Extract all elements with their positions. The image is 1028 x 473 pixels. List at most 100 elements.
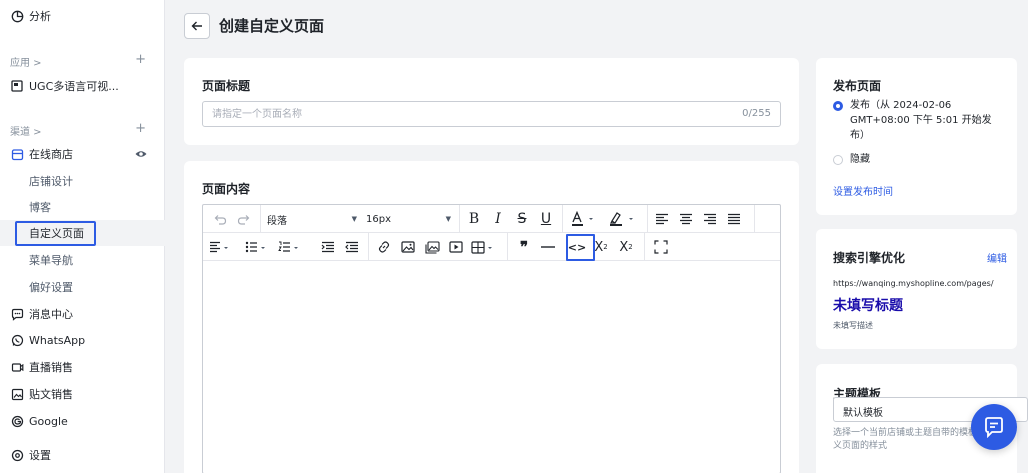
toolbar-divider <box>507 233 508 260</box>
card-title: 发布页面 <box>833 79 882 93</box>
horizontal-rule-icon[interactable] <box>540 237 556 257</box>
strikethrough-icon[interactable]: S <box>514 209 530 229</box>
align-center-icon[interactable] <box>678 209 694 229</box>
italic-icon[interactable]: I <box>490 209 506 229</box>
sidebar-item-preferences[interactable]: 偏好设置 <box>0 274 165 300</box>
undo-icon <box>214 214 226 225</box>
sidebar-item-label: 菜单导航 <box>29 254 73 267</box>
toolbar-divider <box>644 233 645 260</box>
sidebar-item-label: 偏好设置 <box>29 281 73 294</box>
font-color-button[interactable] <box>569 209 599 229</box>
link-icon[interactable] <box>376 237 392 257</box>
outdent-icon[interactable] <box>344 237 360 257</box>
add-app-button[interactable]: + <box>135 53 146 66</box>
numbered-list-button[interactable] <box>278 237 302 257</box>
eye-icon[interactable] <box>135 148 147 160</box>
arrow-left-icon <box>191 21 202 31</box>
caret-down-icon: ▼ <box>351 215 357 223</box>
publish-option-label: 发布（从 2024-02-06 GMT+08:00 下午 5:01 开始发 布） <box>850 98 992 143</box>
hide-radio[interactable] <box>833 155 843 165</box>
line-height-button[interactable] <box>209 237 233 257</box>
indent-icon[interactable] <box>320 237 336 257</box>
channels-section-label[interactable]: 渠道 > <box>10 123 42 138</box>
paragraph-select[interactable]: 段落 ▼ <box>267 209 357 229</box>
paragraph-select-label: 段落 <box>267 215 287 227</box>
font-size-select[interactable]: 16px ▼ <box>366 209 451 229</box>
publish-option-line: GMT+08:00 下午 5:01 开始发 <box>850 115 992 126</box>
add-channel-button[interactable]: + <box>135 122 146 135</box>
sidebar-item-store-design[interactable]: 店铺设计 <box>0 168 165 194</box>
video-icon[interactable] <box>448 237 464 257</box>
redo-button[interactable] <box>234 209 252 229</box>
sidebar-item-live-sales[interactable]: 直播销售 <box>0 354 165 380</box>
code-view-highlight <box>566 234 595 261</box>
align-right-icon[interactable] <box>702 209 718 229</box>
undo-button[interactable] <box>211 209 229 229</box>
selection-highlight <box>15 221 96 246</box>
set-publish-time-link[interactable]: 设置发布时间 <box>833 183 893 198</box>
font-size-select-label: 16px <box>366 213 391 225</box>
sidebar-item-ugc[interactable]: UGC多语言可视... <box>0 73 165 99</box>
sidebar-item-menu-nav[interactable]: 菜单导航 <box>0 247 165 273</box>
seo-url: https://wanqing.myshopline.com/pages/ <box>833 279 994 288</box>
publish-radio[interactable] <box>833 101 843 111</box>
table-button[interactable] <box>471 237 497 257</box>
toolbar-divider <box>260 205 261 232</box>
publish-option-line: 发布（从 2024-02-06 <box>850 100 952 111</box>
bold-icon[interactable]: B <box>466 209 482 229</box>
gear-icon <box>10 448 24 462</box>
live-icon <box>10 360 24 374</box>
analytics-icon <box>10 9 24 23</box>
toolbar-divider <box>647 205 648 232</box>
store-icon <box>10 147 24 161</box>
highlight-color-button[interactable] <box>607 209 639 229</box>
highlight-icon <box>610 212 633 226</box>
back-button[interactable] <box>184 13 210 39</box>
align-left-icon[interactable] <box>654 209 670 229</box>
toolbar-divider <box>368 233 369 260</box>
sidebar-item-label: 直播销售 <box>29 361 73 374</box>
page-title-field[interactable]: 0/255 <box>202 101 781 127</box>
toolbar-divider <box>562 205 563 232</box>
toolbar-divider <box>459 205 460 232</box>
sidebar-item-message-center[interactable]: 消息中心 <box>0 301 165 327</box>
chat-icon <box>985 417 1003 438</box>
card-title: 页面标题 <box>202 79 251 93</box>
redo-icon <box>237 214 249 225</box>
card-title: 页面内容 <box>202 182 251 196</box>
image-icon[interactable] <box>400 237 416 257</box>
fullscreen-icon[interactable] <box>653 237 669 257</box>
editor-content-area[interactable] <box>203 262 780 473</box>
editor-toolbar-row-1: 段落 ▼ 16px ▼ B I S U <box>203 205 780 233</box>
sidebar-item-blog[interactable]: 博客 <box>0 194 165 220</box>
sidebar-item-label: 设置 <box>29 449 51 462</box>
sidebar-item-analytics[interactable]: 分析 <box>0 3 165 29</box>
sidebar-item-whatsapp[interactable]: WhatsApp <box>0 327 165 353</box>
sidebar-item-label: Google <box>29 414 68 428</box>
whatsapp-icon <box>10 333 24 347</box>
bullet-list-button[interactable] <box>245 237 269 257</box>
page-title-input[interactable] <box>203 102 723 126</box>
sidebar-item-label: 店铺设计 <box>29 175 73 188</box>
sidebar-item-google[interactable]: Google <box>0 408 165 434</box>
sidebar-item-online-store[interactable]: 在线商店 <box>0 141 165 167</box>
subscript-icon[interactable]: X2 <box>617 237 635 257</box>
quote-icon[interactable]: ❞ <box>516 237 532 257</box>
seo-edit-link[interactable]: 编辑 <box>987 250 1007 265</box>
hide-option-label: 隐藏 <box>850 154 870 165</box>
sidebar: 分析 应用 > + UGC多语言可视... 渠道 > + 在线商店 店铺设计 博… <box>0 0 165 473</box>
align-justify-icon[interactable] <box>726 209 742 229</box>
app-icon <box>10 79 24 93</box>
sidebar-item-settings[interactable]: 设置 <box>0 442 165 468</box>
underline-icon[interactable]: U <box>538 209 554 229</box>
page-title: 创建自定义页面 <box>219 17 325 35</box>
line-height-icon <box>210 241 228 253</box>
sidebar-item-label: 在线商店 <box>29 148 73 161</box>
editor-toolbar-row-2: ❞ <> X2 X2 <box>203 233 780 261</box>
caret-down-icon: ▼ <box>445 215 451 223</box>
image-gallery-icon[interactable] <box>424 237 440 257</box>
apps-section-label[interactable]: 应用 > <box>10 54 42 69</box>
sidebar-item-post-sales[interactable]: 贴文销售 <box>0 381 165 407</box>
sidebar-item-label: WhatsApp <box>29 333 86 347</box>
chat-button[interactable] <box>971 404 1017 450</box>
